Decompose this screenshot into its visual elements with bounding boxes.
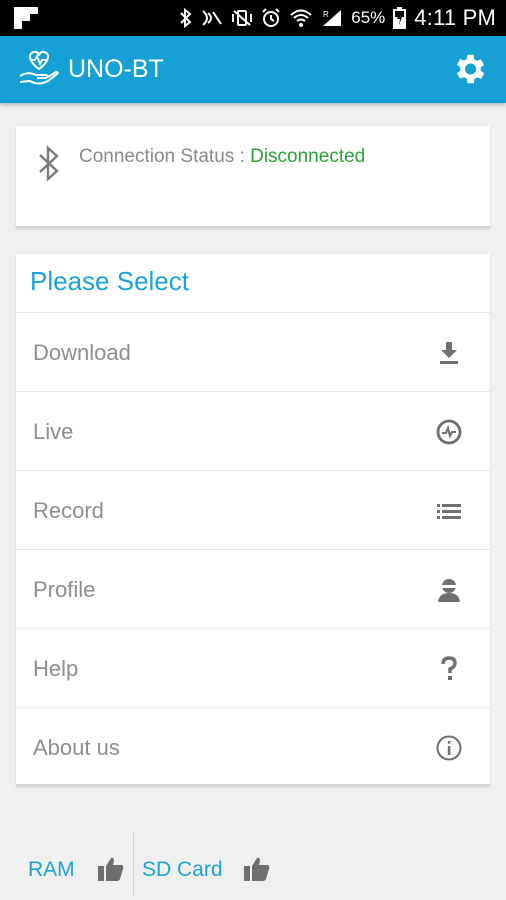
menu-card: Please Select Download Live Record Profi… [16, 254, 490, 786]
settings-gear-icon[interactable] [450, 50, 488, 88]
heartbeat-icon [436, 419, 462, 445]
list-icon [437, 504, 461, 519]
menu-item-label: Download [33, 340, 131, 365]
svg-text:R: R [323, 10, 329, 19]
connection-status-label: Connection Status : [79, 146, 251, 167]
person-icon [438, 579, 460, 602]
menu-item-download[interactable]: Download [16, 313, 490, 392]
download-icon [440, 342, 458, 364]
battery-charging-icon [393, 7, 407, 29]
ram-label: RAM [28, 858, 75, 881]
alarm-icon [261, 8, 281, 28]
signal-roaming-icon: R [321, 8, 343, 28]
connection-status-card: Connection Status : Disconnected [16, 126, 490, 228]
menu-item-profile[interactable]: Profile [16, 550, 490, 629]
bluetooth-icon [39, 145, 59, 182]
flipboard-notification-icon [14, 7, 38, 29]
menu-item-record[interactable]: Record [16, 471, 490, 550]
menu-header-title: Please Select [30, 266, 189, 296]
bottom-divider [133, 832, 134, 896]
clock: 4:11 PM [414, 5, 496, 30]
menu-item-about-us[interactable]: About us [16, 708, 490, 787]
battery-percent: 65% [351, 8, 386, 27]
wifi-icon [289, 8, 313, 28]
connection-status-text: Connection Status : Disconnected [79, 146, 365, 168]
bluetooth-status-icon [179, 8, 193, 28]
menu-item-live[interactable]: Live [16, 392, 490, 471]
app-title: UNO-BT [68, 55, 164, 83]
info-icon [436, 735, 462, 761]
app-bar: UNO-BT [0, 36, 506, 103]
menu-item-label: Live [33, 419, 74, 444]
menu-item-label: Help [33, 656, 79, 681]
storage-bar: RAM SD Card [0, 820, 506, 900]
menu-header: Please Select [16, 254, 490, 313]
nfc-icon [201, 9, 223, 27]
ram-thumbs-up-icon[interactable] [96, 854, 126, 884]
sd-card-label: SD Card [142, 858, 223, 881]
connection-status-value: Disconnected [250, 146, 366, 167]
menu-item-label: Profile [33, 577, 96, 602]
menu-item-label: Record [33, 498, 104, 523]
menu-item-help[interactable]: Help [16, 629, 490, 708]
question-icon [441, 656, 457, 680]
vibrate-mute-icon [231, 9, 253, 27]
menu-item-label: About us [33, 735, 120, 760]
status-bar: R 65% 4:11 PM [0, 0, 506, 36]
sd-card-thumbs-up-icon[interactable] [242, 854, 272, 884]
heart-hand-logo-icon [19, 50, 59, 85]
